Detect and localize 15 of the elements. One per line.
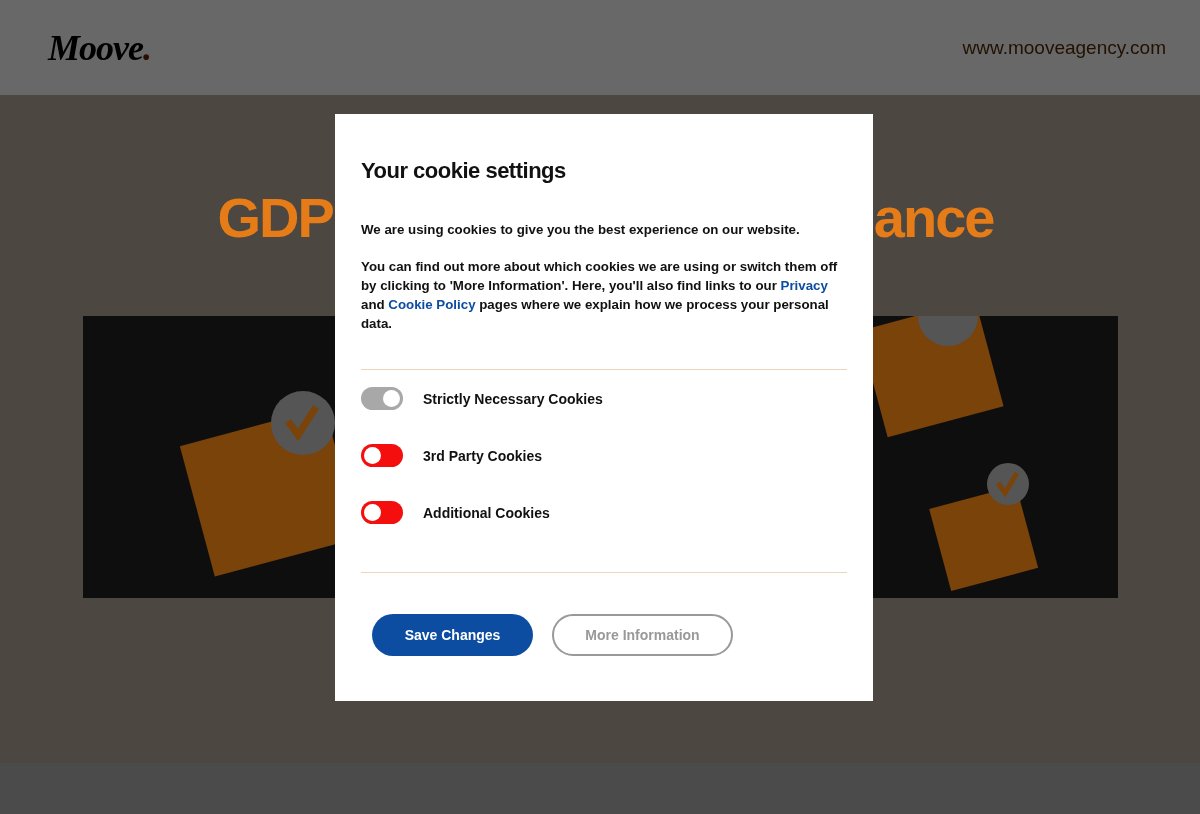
page-heading: GDP bbox=[217, 185, 333, 251]
intro-text: We are using cookies to give you the best experience on our website. bbox=[361, 221, 801, 239]
policy-link[interactable]: Cookie Policy bbox=[388, 297, 476, 312]
toggle-label: Additional Cookies bbox=[423, 504, 550, 521]
details-text: You can find out more about which cookies we are using or switch them off by clicking to 'More Information'. Here, you'll also find links to our Privacy and Cookie Policy pages where we explain how we process your personal data. bbox=[361, 258, 839, 333]
toggle-label: 3rd Party Cookies bbox=[423, 447, 543, 464]
site-url: www.mooveagency.com bbox=[962, 36, 1166, 59]
policy-link[interactable]: Privacy bbox=[780, 278, 828, 293]
page-heading: ance bbox=[873, 185, 994, 251]
logo[interactable]: Moove. bbox=[48, 26, 151, 69]
toggle-label: Strictly Necessary Cookies bbox=[423, 390, 603, 407]
save-button[interactable]: Save Changes bbox=[372, 614, 533, 656]
dialog-title: Your cookie settings bbox=[361, 158, 567, 184]
toggle-switch[interactable] bbox=[361, 501, 403, 524]
toggle-switch[interactable] bbox=[361, 444, 403, 467]
